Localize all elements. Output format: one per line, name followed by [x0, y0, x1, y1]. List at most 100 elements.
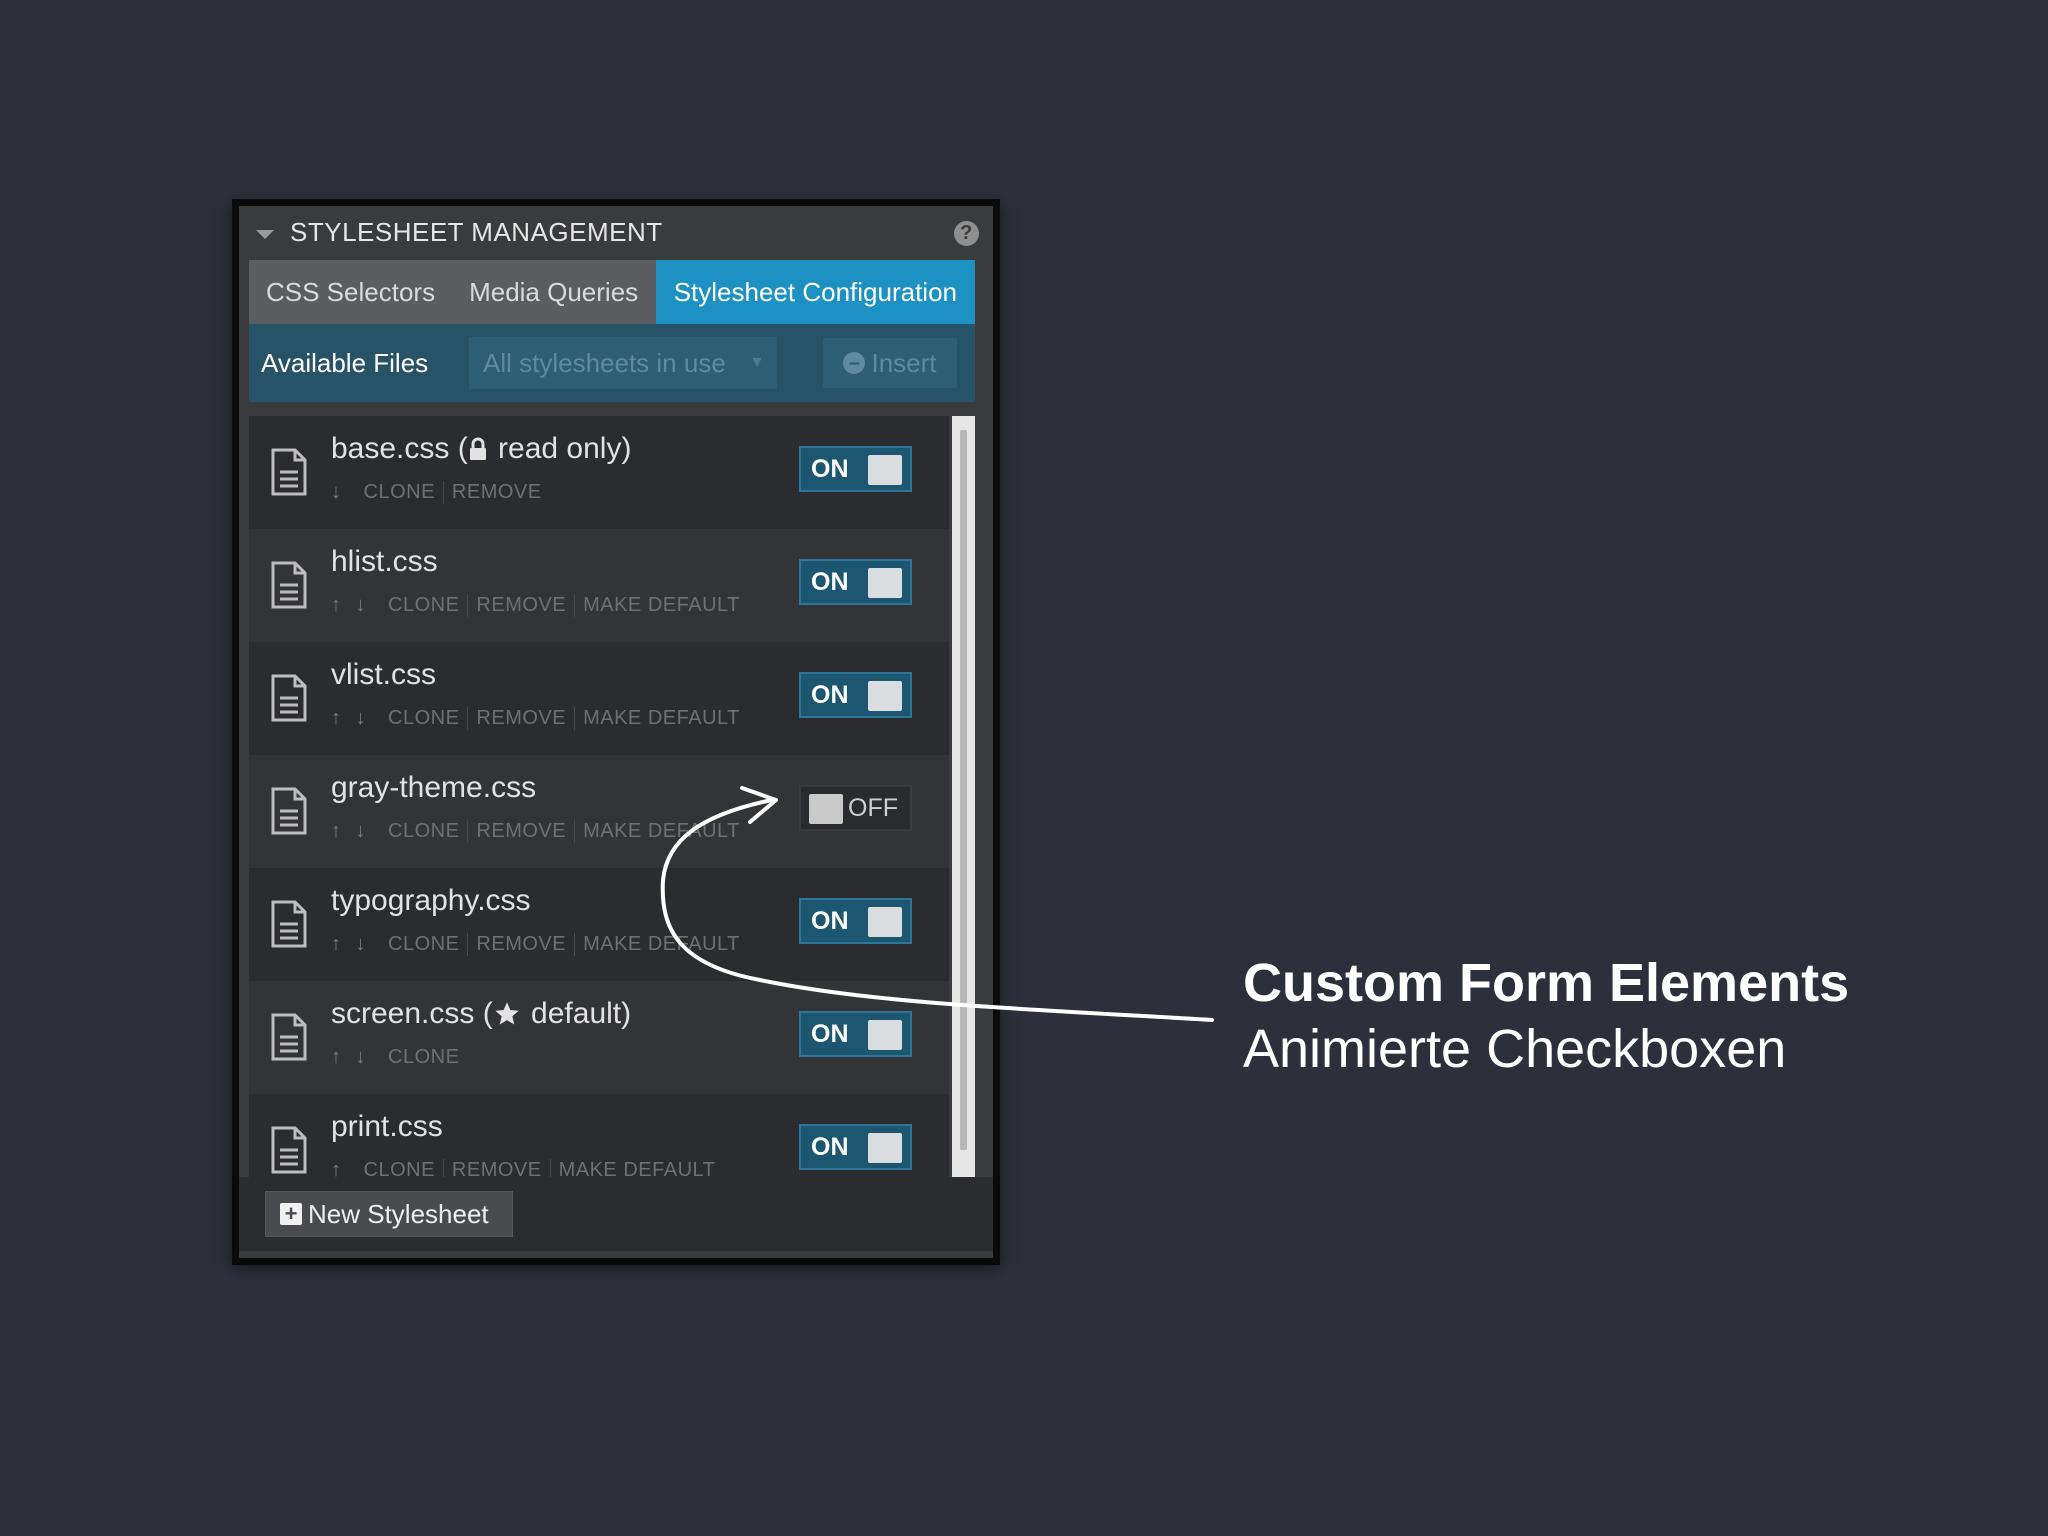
- stylesheet-row: gray-theme.css ↑ ↓ CLONE REMOVE MAKE DEFAULT O…: [249, 755, 949, 868]
- panel-body: STYLESHEET MANAGEMENT ? CSS Selectors Me…: [239, 206, 993, 1258]
- arrow-down-icon[interactable]: ↓: [356, 707, 367, 730]
- stylesheet-actions: ↓ CLONE REMOVE: [331, 481, 550, 504]
- toggle-state-label: ON: [811, 454, 849, 483]
- paren: (: [474, 997, 493, 1030]
- remove-link[interactable]: REMOVE: [468, 707, 576, 730]
- scrollbar-thumb[interactable]: [960, 430, 967, 1150]
- star-icon: [493, 1000, 521, 1028]
- toggle-knob: [868, 568, 902, 598]
- clone-link[interactable]: CLONE: [380, 820, 469, 843]
- file-icon: [269, 900, 309, 953]
- stylesheet-name: gray-theme.css: [331, 771, 536, 805]
- new-stylesheet-label: New Stylesheet: [308, 1198, 489, 1229]
- stylesheet-row: base.css ( read only) ↓ CLONE REMOVE ON: [249, 416, 949, 529]
- arrow-up-icon[interactable]: ↑: [331, 933, 342, 956]
- stylesheet-filename: vlist.css: [331, 658, 436, 691]
- arrow-up-icon[interactable]: ↑: [331, 1159, 342, 1177]
- insert-button[interactable]: – Insert: [823, 338, 957, 388]
- stylesheet-row: screen.css ( default) ↑ ↓ CLONE ON: [249, 981, 949, 1094]
- stylesheet-toggle[interactable]: ON: [799, 898, 912, 944]
- toggle-state-label: OFF: [848, 793, 898, 822]
- clone-link[interactable]: CLONE: [380, 594, 469, 617]
- stylesheet-toggle[interactable]: ON: [799, 446, 912, 492]
- toggle-state-label: ON: [811, 680, 849, 709]
- stylesheet-name: vlist.css: [331, 658, 436, 692]
- arrow-down-icon[interactable]: ↓: [331, 481, 342, 504]
- stylesheet-actions: ↑ CLONE REMOVE MAKE DEFAULT: [331, 1159, 723, 1177]
- scrollbar[interactable]: [952, 416, 975, 1177]
- paren: (: [449, 432, 468, 465]
- panel-titlebar[interactable]: STYLESHEET MANAGEMENT ?: [239, 206, 993, 259]
- make-default-link[interactable]: MAKE DEFAULT: [575, 820, 748, 843]
- stylesheet-toggle[interactable]: ON: [799, 672, 912, 718]
- arrow-up-icon[interactable]: ↑: [331, 707, 342, 730]
- stylesheet-actions: ↑ ↓ CLONE REMOVE MAKE DEFAULT: [331, 594, 748, 617]
- stylesheet-select-value: All stylesheets in use: [483, 347, 726, 378]
- annotation-subtitle: Animierte Checkboxen: [1243, 1019, 1787, 1079]
- remove-link[interactable]: REMOVE: [444, 481, 550, 504]
- stylesheet-management-panel: STYLESHEET MANAGEMENT ? CSS Selectors Me…: [232, 199, 1000, 1265]
- make-default-link[interactable]: MAKE DEFAULT: [575, 707, 748, 730]
- new-stylesheet-button[interactable]: + New Stylesheet: [265, 1191, 513, 1237]
- toggle-state-label: ON: [811, 1019, 849, 1048]
- help-icon[interactable]: ?: [954, 221, 979, 246]
- toggle-state-label: ON: [811, 906, 849, 935]
- arrow-down-icon[interactable]: ↓: [356, 933, 367, 956]
- arrow-up-icon[interactable]: ↑: [331, 820, 342, 843]
- stylesheet-toggle[interactable]: OFF: [799, 785, 912, 831]
- stylesheet-actions: ↑ ↓ CLONE: [331, 1046, 467, 1069]
- tab-bar: CSS Selectors Media Queries Stylesheet C…: [249, 260, 975, 324]
- collapse-triangle-icon[interactable]: [256, 229, 274, 239]
- stylesheet-name: print.css: [331, 1110, 443, 1144]
- toggle-knob: [809, 794, 843, 824]
- stylesheet-actions: ↑ ↓ CLONE REMOVE MAKE DEFAULT: [331, 707, 748, 730]
- make-default-link[interactable]: MAKE DEFAULT: [551, 1159, 724, 1177]
- annotation-title: Custom Form Elements: [1243, 953, 1850, 1013]
- file-icon: [269, 787, 309, 840]
- arrow-down-icon[interactable]: ↓: [356, 820, 367, 843]
- arrow-up-icon[interactable]: ↑: [331, 594, 342, 617]
- remove-link[interactable]: REMOVE: [468, 594, 576, 617]
- stylesheet-filename: print.css: [331, 1110, 443, 1143]
- files-toolbar: Available Files All stylesheets in use ▼…: [249, 324, 975, 402]
- stylesheet-list: base.css ( read only) ↓ CLONE REMOVE ON hlist…: [249, 416, 949, 1177]
- make-default-link[interactable]: MAKE DEFAULT: [575, 933, 748, 956]
- stylesheet-filename: gray-theme.css: [331, 771, 537, 804]
- stylesheet-name: typography.css: [331, 884, 531, 918]
- stylesheet-filename: base.css: [331, 432, 450, 465]
- toggle-state-label: ON: [811, 1132, 849, 1161]
- panel-title: STYLESHEET MANAGEMENT: [290, 217, 663, 247]
- insert-label: Insert: [871, 347, 937, 378]
- remove-link[interactable]: REMOVE: [468, 820, 576, 843]
- arrow-down-icon[interactable]: ↓: [356, 1046, 367, 1069]
- clone-link[interactable]: CLONE: [380, 707, 469, 730]
- tab-css-selectors[interactable]: CSS Selectors: [249, 260, 452, 324]
- clone-link[interactable]: CLONE: [380, 933, 469, 956]
- stylesheet-row: print.css ↑ CLONE REMOVE MAKE DEFAULT ON: [249, 1094, 949, 1177]
- toggle-knob: [868, 907, 902, 937]
- toggle-knob: [868, 681, 902, 711]
- remove-link[interactable]: REMOVE: [444, 1159, 551, 1177]
- toggle-state-label: ON: [811, 567, 849, 596]
- stylesheet-actions: ↑ ↓ CLONE REMOVE MAKE DEFAULT: [331, 820, 748, 843]
- stylesheet-toggle[interactable]: ON: [799, 1124, 912, 1170]
- panel-footer: + New Stylesheet: [239, 1177, 993, 1251]
- tab-media-queries[interactable]: Media Queries: [452, 260, 655, 324]
- clone-link[interactable]: CLONE: [356, 1159, 444, 1177]
- remove-link[interactable]: REMOVE: [468, 933, 576, 956]
- clone-link[interactable]: CLONE: [356, 481, 444, 504]
- stylesheet-select[interactable]: All stylesheets in use ▼: [469, 337, 777, 389]
- tab-stylesheet-configuration[interactable]: Stylesheet Configuration: [655, 260, 975, 324]
- stylesheet-toggle[interactable]: ON: [799, 559, 912, 605]
- annotation-text: Custom Form Elements Animierte Checkboxe…: [1243, 950, 1849, 1082]
- arrow-down-icon[interactable]: ↓: [356, 594, 367, 617]
- stylesheet-filename: typography.css: [331, 884, 531, 917]
- stylesheet-toggle[interactable]: ON: [799, 1011, 912, 1057]
- toggle-knob: [868, 455, 902, 485]
- plus-icon: +: [280, 1203, 302, 1225]
- chevron-down-icon: ▼: [749, 354, 765, 371]
- stylesheet-note: read only): [489, 432, 632, 465]
- arrow-up-icon[interactable]: ↑: [331, 1046, 342, 1069]
- make-default-link[interactable]: MAKE DEFAULT: [575, 594, 748, 617]
- clone-link[interactable]: CLONE: [380, 1046, 467, 1069]
